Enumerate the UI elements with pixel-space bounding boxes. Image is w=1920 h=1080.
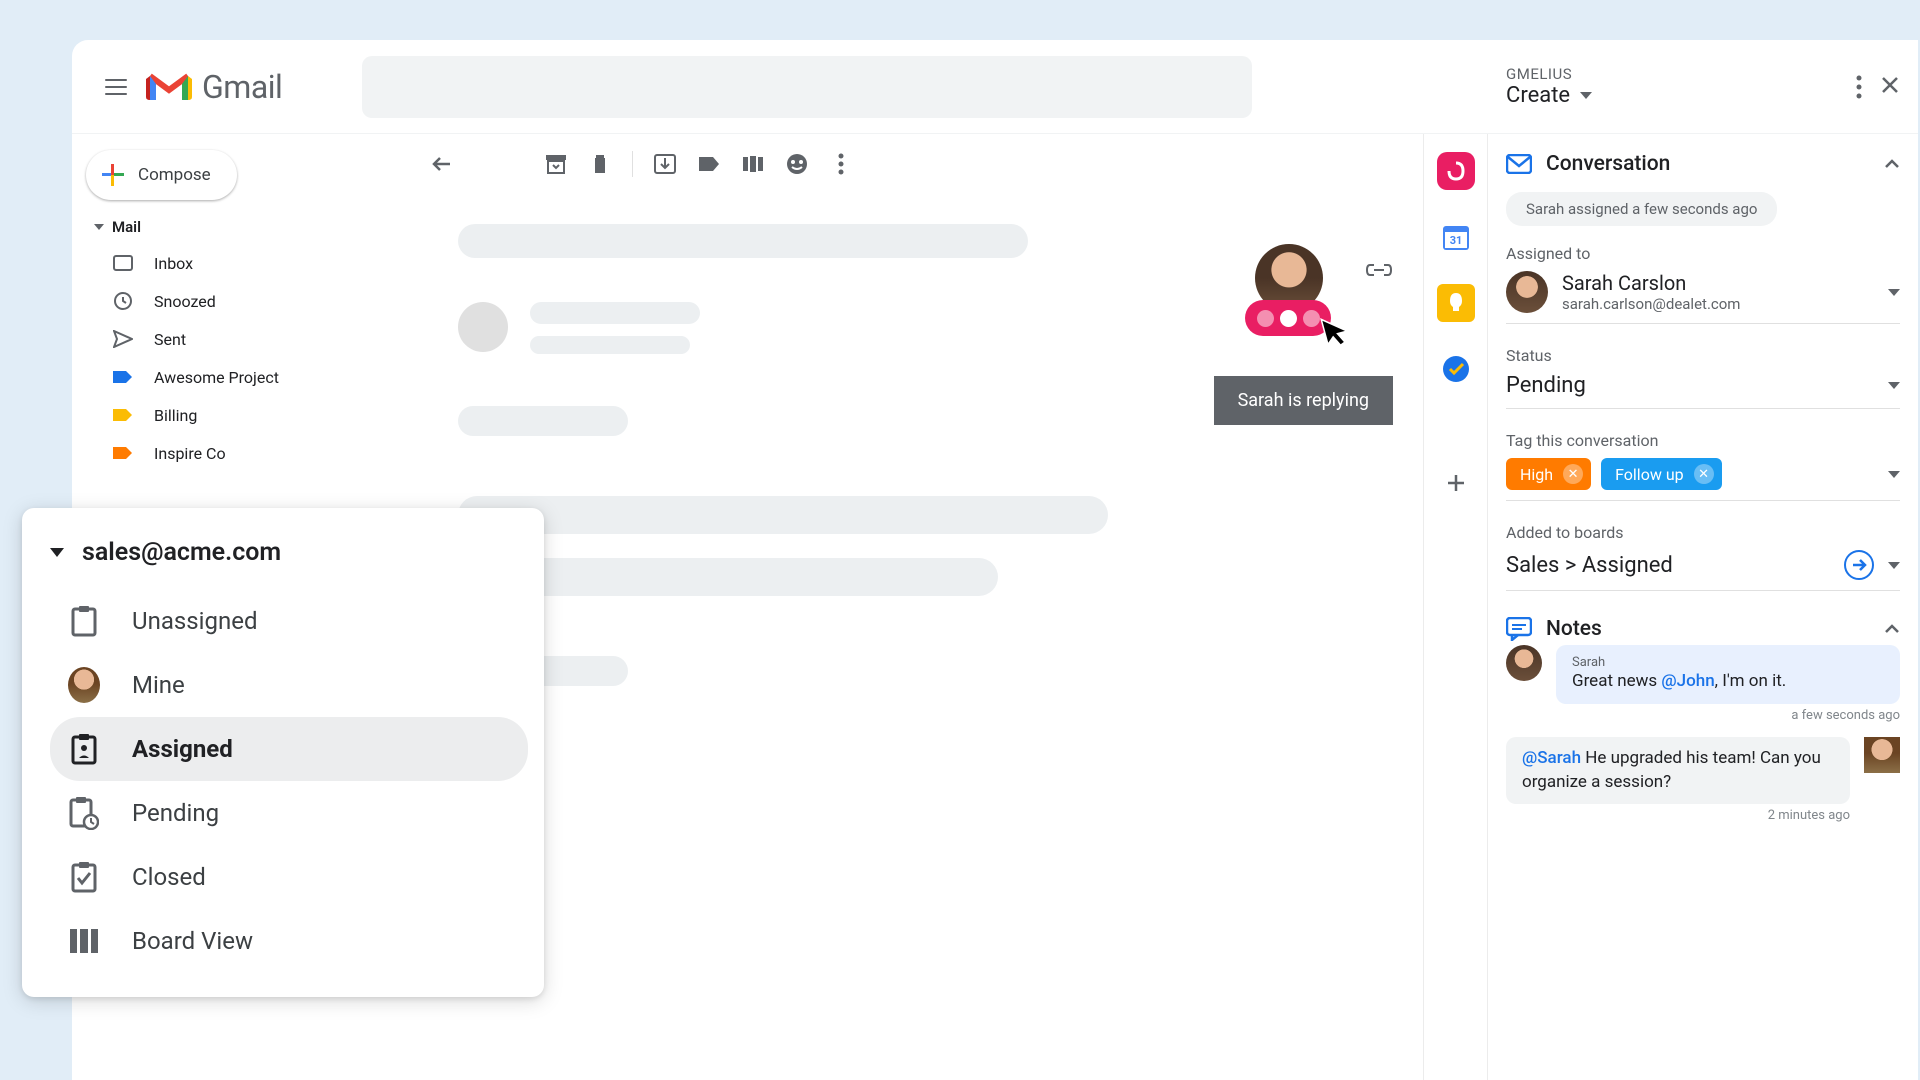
remove-tag-icon[interactable]: ✕ xyxy=(1694,464,1714,484)
chat-icon xyxy=(1506,617,1532,641)
label-icon xyxy=(112,366,134,388)
tag-high[interactable]: High✕ xyxy=(1506,458,1591,490)
gmail-logo[interactable]: Gmail xyxy=(146,68,282,106)
send-icon xyxy=(112,328,134,350)
delete-button[interactable] xyxy=(580,144,620,184)
gmelius-app-icon[interactable] xyxy=(1437,152,1475,190)
close-panel-button[interactable] xyxy=(1880,75,1900,99)
note-item: @Sarah He upgraded his team! Can you org… xyxy=(1506,737,1900,824)
shared-inbox-board-view[interactable]: Board View xyxy=(50,909,528,973)
nav-sent[interactable]: Sent xyxy=(82,320,392,358)
nav-section-mail[interactable]: Mail xyxy=(82,200,392,244)
tags-label: Tag this conversation xyxy=(1506,431,1900,450)
boards-label: Added to boards xyxy=(1506,523,1900,542)
note-avatar xyxy=(1506,645,1542,681)
chevron-down-icon xyxy=(1888,562,1900,569)
labels-button[interactable] xyxy=(777,144,817,184)
main-content: Sarah is replying xyxy=(402,134,1424,1080)
status-dropdown[interactable]: Pending xyxy=(1506,373,1900,409)
assignment-status-pill: Sarah assigned a few seconds ago xyxy=(1506,192,1777,226)
shared-inbox-pending[interactable]: Pending xyxy=(50,781,528,845)
link-icon[interactable] xyxy=(1363,254,1395,286)
note-item: Sarah Great news @John, I'm on it. a few… xyxy=(1506,645,1900,723)
status-label: Status xyxy=(1506,346,1900,365)
assigned-to-label: Assigned to xyxy=(1506,244,1900,263)
note-avatar xyxy=(1864,737,1900,773)
archive-button[interactable] xyxy=(536,144,576,184)
compose-label: Compose xyxy=(138,165,211,185)
assignee-dropdown[interactable]: Sarah Carslon sarah.carlson@dealet.com xyxy=(1506,271,1900,324)
keep-app-icon[interactable] xyxy=(1437,284,1475,322)
tags-field[interactable]: High✕ Follow up✕ xyxy=(1506,458,1900,501)
nav-inspire-co[interactable]: Inspire Co xyxy=(82,434,392,472)
gmelius-header: GMELIUS Create xyxy=(1488,40,1918,134)
clipboard-person-icon xyxy=(68,733,100,765)
gmail-icon xyxy=(146,70,192,104)
clipboard-check-icon xyxy=(68,861,100,893)
search-input[interactable] xyxy=(362,56,1252,118)
more-options-button[interactable] xyxy=(1856,75,1862,99)
mail-icon xyxy=(1506,154,1532,174)
move-button[interactable] xyxy=(733,144,773,184)
hamburger-menu[interactable] xyxy=(92,63,140,111)
inbox-icon xyxy=(112,252,134,274)
assignee-avatar xyxy=(1506,271,1548,313)
more-button[interactable] xyxy=(821,144,861,184)
typing-tooltip: Sarah is replying xyxy=(1214,376,1393,425)
chevron-down-icon xyxy=(1888,289,1900,296)
tasks-app-icon[interactable] xyxy=(1437,350,1475,388)
chevron-down-icon xyxy=(1888,471,1900,478)
add-app-button[interactable] xyxy=(1437,464,1475,502)
remove-tag-icon[interactable]: ✕ xyxy=(1563,464,1583,484)
chevron-down-icon xyxy=(1580,92,1592,99)
shared-inbox-closed[interactable]: Closed xyxy=(50,845,528,909)
label-icon xyxy=(112,442,134,464)
calendar-app-icon[interactable]: 31 xyxy=(1437,218,1475,256)
nav-snoozed[interactable]: Snoozed xyxy=(82,282,392,320)
nav-awesome-project[interactable]: Awesome Project xyxy=(82,358,392,396)
go-to-board-icon[interactable] xyxy=(1844,550,1874,580)
collapse-icon[interactable] xyxy=(1884,159,1900,169)
gmelius-brand: GMELIUS xyxy=(1506,65,1856,83)
subject-placeholder xyxy=(458,224,1028,258)
nav-billing[interactable]: Billing xyxy=(82,396,392,434)
mention-john[interactable]: @John xyxy=(1661,671,1714,691)
shared-inbox-panel: sales@acme.com Unassigned Mine Assigned … xyxy=(22,508,544,997)
conversation-section-header[interactable]: Conversation xyxy=(1506,148,1900,180)
board-icon xyxy=(68,925,100,957)
clipboard-icon xyxy=(68,605,100,637)
shared-inbox-unassigned[interactable]: Unassigned xyxy=(50,589,528,653)
label-icon xyxy=(112,404,134,426)
plus-icon xyxy=(102,164,124,186)
back-button[interactable] xyxy=(422,144,462,184)
chevron-down-icon xyxy=(94,224,104,230)
svg-text:31: 31 xyxy=(1449,234,1462,247)
snooze-button[interactable] xyxy=(689,144,729,184)
mark-unread-button[interactable] xyxy=(645,144,685,184)
tag-followup[interactable]: Follow up✕ xyxy=(1601,458,1722,490)
chevron-down-icon xyxy=(50,548,64,557)
notes-section-header[interactable]: Notes xyxy=(1506,613,1900,645)
nav-inbox[interactable]: Inbox xyxy=(82,244,392,282)
shared-inbox-mine[interactable]: Mine xyxy=(50,653,528,717)
chevron-down-icon xyxy=(1888,382,1900,389)
avatar-icon xyxy=(68,669,100,701)
sender-avatar xyxy=(458,302,508,352)
clock-icon xyxy=(112,290,134,312)
collapse-icon[interactable] xyxy=(1884,624,1900,634)
clipboard-clock-icon xyxy=(68,797,100,829)
mention-sarah[interactable]: @Sarah xyxy=(1522,748,1581,768)
boards-dropdown[interactable]: Sales > Assigned xyxy=(1506,550,1900,591)
right-rail: 31 xyxy=(1424,134,1488,1080)
gmelius-panel: GMELIUS Create Conversation Sarah assign… xyxy=(1488,134,1918,1080)
gmelius-create-dropdown[interactable]: Create xyxy=(1506,83,1856,108)
shared-inbox-header[interactable]: sales@acme.com xyxy=(50,538,528,567)
shared-inbox-assigned[interactable]: Assigned xyxy=(50,717,528,781)
email-toolbar xyxy=(402,134,1423,194)
app-name: Gmail xyxy=(202,68,282,106)
compose-button[interactable]: Compose xyxy=(86,150,237,200)
